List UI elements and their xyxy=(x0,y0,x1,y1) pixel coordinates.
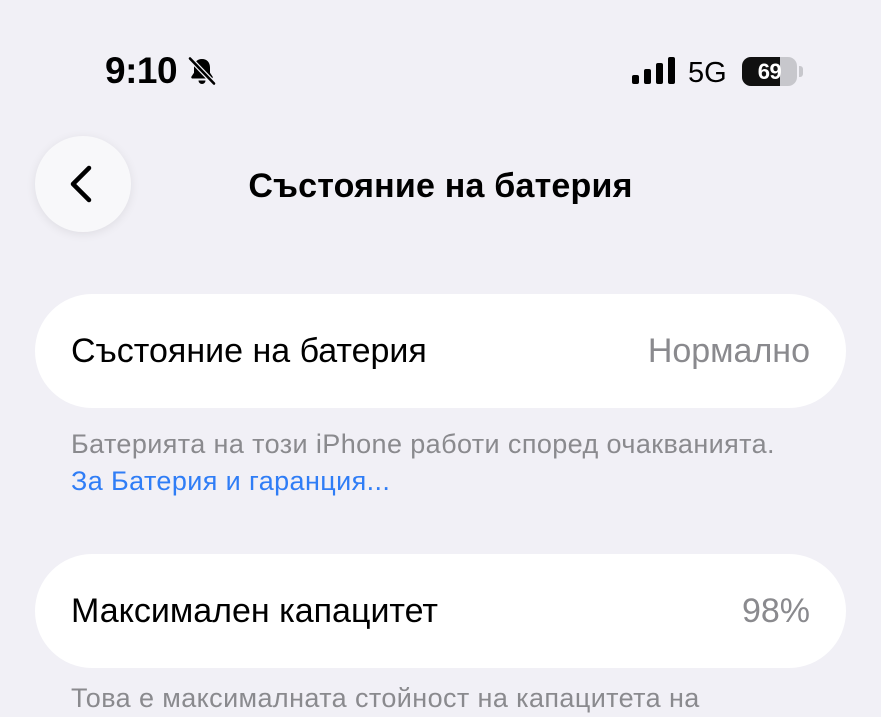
battery-health-footnote-text: Батерията на този iPhone работи според о… xyxy=(71,429,775,459)
maximum-capacity-value: 98% xyxy=(741,592,810,630)
battery-warranty-link[interactable]: За Батерия и гаранция... xyxy=(71,466,390,496)
maximum-capacity-row: Максимален капацитет 98% xyxy=(35,554,846,668)
battery-health-value: Нормално xyxy=(647,332,810,370)
battery-health-row: Състояние на батерия Нормално xyxy=(35,294,846,408)
status-time: 9:10 xyxy=(105,50,178,91)
network-type-label: 5G xyxy=(688,57,727,89)
battery-icon: 69 xyxy=(742,57,804,87)
page-title-text: Състояние на батерия xyxy=(248,167,633,205)
page-title: Състояние на батерия xyxy=(0,164,881,208)
bell-slash-icon xyxy=(187,56,217,86)
cellular-signal-icon xyxy=(632,57,675,84)
status-bar: 9:10 5G 69 xyxy=(0,0,881,120)
battery-health-footnote: Батерията на този iPhone работи според о… xyxy=(71,426,811,500)
battery-level: 69 xyxy=(757,59,782,84)
battery-health-label: Състояние на батерия xyxy=(71,332,427,370)
maximum-capacity-label: Максимален капацитет xyxy=(71,592,438,630)
